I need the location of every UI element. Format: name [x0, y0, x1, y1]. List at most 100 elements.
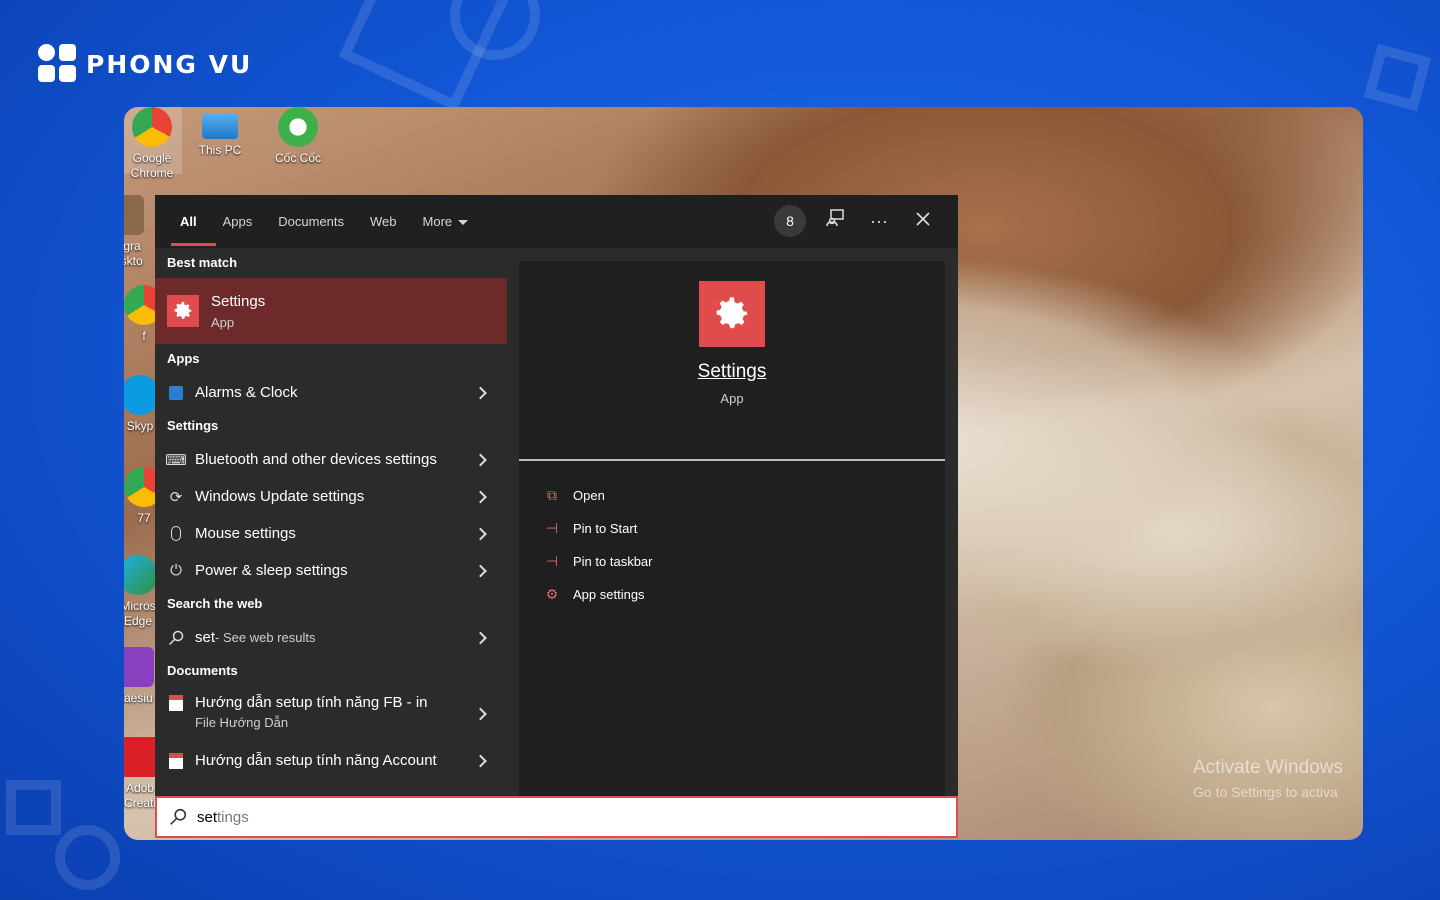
tab-web[interactable]: Web — [357, 195, 410, 248]
refresh-icon: ⟳ — [169, 488, 183, 506]
result-sublabel: File Hướng Dẫn — [195, 715, 289, 730]
close-icon — [916, 212, 930, 226]
search-icon — [167, 629, 185, 647]
result-label: Hướng dẫn setup tính năng Account — [195, 752, 437, 769]
rewards-badge[interactable]: 8 — [774, 205, 806, 237]
gear-icon: ⚙ — [545, 586, 559, 602]
result-label: Alarms & Clock — [195, 384, 298, 401]
action-open[interactable]: ⧉ Open — [543, 479, 945, 512]
search-topbar: All Apps Documents Web More 8 ··· — [155, 195, 958, 248]
caesium-icon — [124, 647, 154, 687]
preview-pane: Settings App ⧉ Open ⊣ Pin to Start ⊣ Pin… — [519, 261, 945, 796]
tab-more[interactable]: More — [410, 195, 482, 248]
preview-header: Settings App — [519, 281, 945, 461]
result-label: Windows Update settings — [195, 488, 365, 505]
search-typed-text: set — [197, 808, 218, 826]
logo-mark-icon — [38, 44, 78, 84]
tab-more-label: More — [422, 214, 453, 229]
action-pin-to-taskbar[interactable]: ⊣ Pin to taskbar — [543, 545, 945, 578]
pdf-file-icon — [167, 752, 185, 770]
chrome-icon — [132, 107, 172, 147]
action-label: Pin to taskbar — [573, 554, 653, 569]
result-label: Bluetooth and other devices settings — [195, 451, 437, 468]
watermark-subtitle: Go to Settings to activa — [1193, 784, 1338, 800]
section-settings: Settings — [167, 418, 219, 433]
brand-logo: PHONG VU — [38, 44, 252, 84]
chevron-right-icon[interactable] — [474, 707, 487, 721]
search-icon — [170, 808, 187, 825]
decor-circle — [55, 825, 120, 890]
tab-apps[interactable]: Apps — [210, 195, 266, 248]
chevron-right-icon[interactable] — [474, 453, 487, 466]
desktop-icon-label: Skyp — [126, 419, 154, 433]
desktop-icon-label: This PC — [198, 143, 242, 157]
desktop-icon-chrome[interactable]: Google Chrome — [124, 107, 182, 180]
settings-gear-icon — [699, 281, 765, 347]
search-query[interactable]: settings — [197, 809, 249, 826]
result-label: Power & sleep settings — [195, 562, 348, 579]
desktop-icon-label: 77 — [137, 511, 151, 525]
edge-icon — [124, 555, 158, 595]
desktop-icon-telegram[interactable]: elegra Deskto — [124, 195, 154, 269]
web-query-suffix: - See web results — [215, 630, 316, 645]
result-label: Mouse settings — [195, 525, 296, 542]
best-match-settings[interactable]: Settings App — [155, 278, 507, 344]
result-mouse-settings[interactable]: Mouse settings — [155, 515, 507, 552]
close-button[interactable] — [908, 205, 938, 237]
chevron-right-icon[interactable] — [474, 564, 487, 577]
devices-icon: ⌨ — [165, 451, 187, 469]
desktop-icon-label: f — [142, 329, 146, 343]
preview-actions: ⧉ Open ⊣ Pin to Start ⊣ Pin to taskbar ⚙… — [519, 461, 945, 611]
decor-square — [6, 780, 61, 835]
action-pin-to-start[interactable]: ⊣ Pin to Start — [543, 512, 945, 545]
alarm-clock-icon — [167, 384, 185, 402]
tab-all[interactable]: All — [167, 195, 216, 248]
search-box[interactable]: settings — [155, 796, 958, 838]
section-search-web: Search the web — [167, 596, 263, 611]
caret-down-icon — [458, 220, 469, 226]
activation-watermark: Activate Windows Go to Settings to activ… — [1193, 756, 1363, 804]
chevron-right-icon[interactable] — [474, 386, 487, 399]
best-match-title: Settings — [211, 292, 266, 310]
action-label: App settings — [573, 587, 645, 602]
filter-tabs: All Apps Documents Web More — [167, 195, 481, 248]
result-document[interactable]: Hướng dẫn setup tính năng FB - in File H… — [155, 686, 507, 742]
result-windows-update-settings[interactable]: ⟳ Windows Update settings — [155, 478, 507, 515]
desktop-icon-this-pc[interactable]: This PC — [190, 107, 250, 158]
watermark-title: Activate Windows — [1193, 757, 1343, 778]
section-documents: Documents — [167, 663, 238, 678]
section-best-match: Best match — [167, 255, 238, 270]
result-label: Hướng dẫn setup tính năng FB - in — [195, 694, 428, 711]
chevron-right-icon[interactable] — [474, 490, 487, 503]
result-web-search[interactable]: set - See web results — [155, 619, 507, 656]
desktop-icon-label: Micros Edge — [124, 599, 156, 628]
pdf-file-icon — [167, 694, 185, 712]
computer-icon — [202, 113, 238, 139]
results-list: Best match Settings App Apps Alarms & Cl… — [155, 248, 507, 796]
section-apps: Apps — [167, 351, 200, 366]
chevron-right-icon[interactable] — [474, 754, 487, 767]
desktop-icon-coccoc[interactable]: Cốc Cốc — [268, 107, 328, 166]
power-icon: ⏻ — [170, 562, 182, 579]
desktop-icon-label: Cốc Cốc — [274, 151, 321, 165]
feedback-icon — [826, 209, 844, 227]
action-app-settings[interactable]: ⚙ App settings — [543, 578, 945, 611]
telegram-icon — [124, 195, 144, 235]
action-label: Pin to Start — [573, 521, 638, 536]
tab-documents[interactable]: Documents — [265, 195, 357, 248]
preview-title-link[interactable]: Settings — [519, 361, 945, 383]
brand-name: PHONG VU — [86, 49, 253, 79]
result-bluetooth-settings[interactable]: ⌨ Bluetooth and other devices settings — [155, 441, 507, 478]
coccoc-icon — [278, 107, 318, 147]
desktop-icon-label: Caesiu — [124, 691, 153, 705]
result-document[interactable]: Hướng dẫn setup tính năng Account — [155, 742, 507, 779]
chevron-right-icon[interactable] — [474, 631, 487, 644]
result-alarms-clock[interactable]: Alarms & Clock — [155, 374, 507, 411]
feedback-button[interactable] — [820, 205, 850, 237]
topbar-actions: 8 ··· — [774, 205, 938, 237]
pin-icon: ⊣ — [545, 520, 559, 536]
chevron-right-icon[interactable] — [474, 527, 487, 540]
more-options-button[interactable]: ··· — [864, 205, 894, 237]
web-query: set — [195, 629, 216, 646]
result-power-sleep-settings[interactable]: ⏻ Power & sleep settings — [155, 552, 507, 589]
